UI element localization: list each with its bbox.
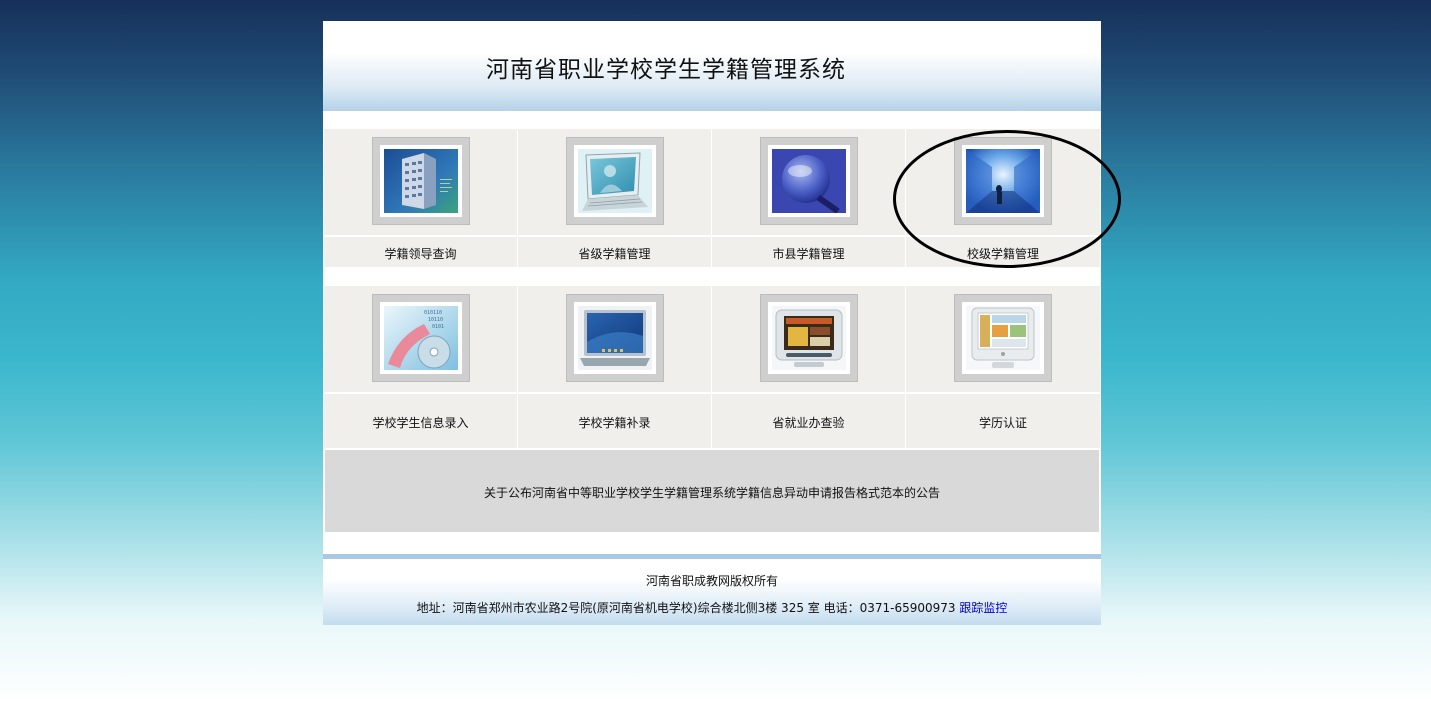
module-label[interactable]: 省级学籍管理	[518, 245, 711, 262]
laptop-icon[interactable]	[565, 294, 664, 382]
footer-address: 地址：河南省郑州市农业路2号院(原河南省机电学校)综合楼北侧3楼 325 室 电…	[416, 601, 956, 615]
footer-address-line: 地址：河南省郑州市农业路2号院(原河南省机电学校)综合楼北侧3楼 325 室 电…	[323, 599, 1101, 616]
module-grid-row-2: 010110 10110 0101 学校学生信息录入 学校学籍补录 省就业办查验…	[324, 286, 1100, 448]
module-label[interactable]: 学籍领导查询	[324, 245, 517, 262]
module-tile-student-info-entry[interactable]: 010110 10110 0101 学校学生信息录入	[324, 286, 518, 448]
module-label[interactable]: 学历认证	[906, 414, 1100, 431]
data-disc-icon[interactable]: 010110 10110 0101	[371, 294, 470, 382]
building-icon[interactable]	[371, 137, 470, 225]
page-title: 河南省职业学校学生学籍管理系统	[486, 57, 846, 83]
module-label[interactable]: 校级学籍管理	[906, 245, 1100, 262]
notice-panel: 关于公布河南省中等职业学校学生学籍管理系统学籍信息异动申请报告格式范本的公告	[325, 450, 1099, 532]
module-label[interactable]: 学校学生信息录入	[324, 414, 517, 431]
module-tile-city-county-management[interactable]: 市县学籍管理	[712, 129, 906, 267]
magnifier-icon[interactable]	[759, 137, 858, 225]
module-label[interactable]: 市县学籍管理	[712, 245, 905, 262]
module-tile-education-certification[interactable]: 学历认证	[906, 286, 1100, 448]
footer-copyright: 河南省职成教网版权所有	[645, 574, 778, 588]
module-label[interactable]: 学校学籍补录	[518, 414, 711, 431]
module-tile-province-management[interactable]: 省级学籍管理	[518, 129, 712, 267]
svg-text:0101: 0101	[432, 324, 444, 330]
header: 河南省职业学校学生学籍管理系统	[323, 21, 1101, 111]
module-tile-employment-office-check[interactable]: 省就业办查验	[712, 286, 906, 448]
monitor-person-icon[interactable]	[565, 137, 664, 225]
module-tile-school-management[interactable]: 校级学籍管理	[906, 129, 1100, 267]
notice-link[interactable]: 关于公布河南省中等职业学校学生学籍管理系统学籍信息异动申请报告格式范本的公告	[325, 484, 1099, 501]
module-tile-school-supplementary-record[interactable]: 学校学籍补录	[518, 286, 712, 448]
svg-text:010110: 010110	[424, 310, 442, 316]
tracking-link[interactable]: 跟踪监控	[959, 601, 1007, 615]
module-label[interactable]: 省就业办查验	[712, 414, 905, 431]
footer: 河南省职成教网版权所有 地址：河南省郑州市农业路2号院(原河南省机电学校)综合楼…	[323, 559, 1101, 625]
svg-text:10110: 10110	[428, 317, 443, 323]
module-tile-leader-query[interactable]: 学籍领导查询	[324, 129, 518, 267]
imac-icon[interactable]	[954, 294, 1052, 382]
module-grid-row-1: 学籍领导查询 省级学籍管理 市县学籍管理 校级学籍管理	[324, 129, 1100, 267]
corridor-icon[interactable]	[954, 137, 1052, 225]
crt-monitor-icon[interactable]	[759, 294, 858, 382]
page-container: 河南省职业学校学生学籍管理系统 学籍领导查询 省级学籍管理 市县学籍管理 校级学…	[323, 21, 1101, 625]
